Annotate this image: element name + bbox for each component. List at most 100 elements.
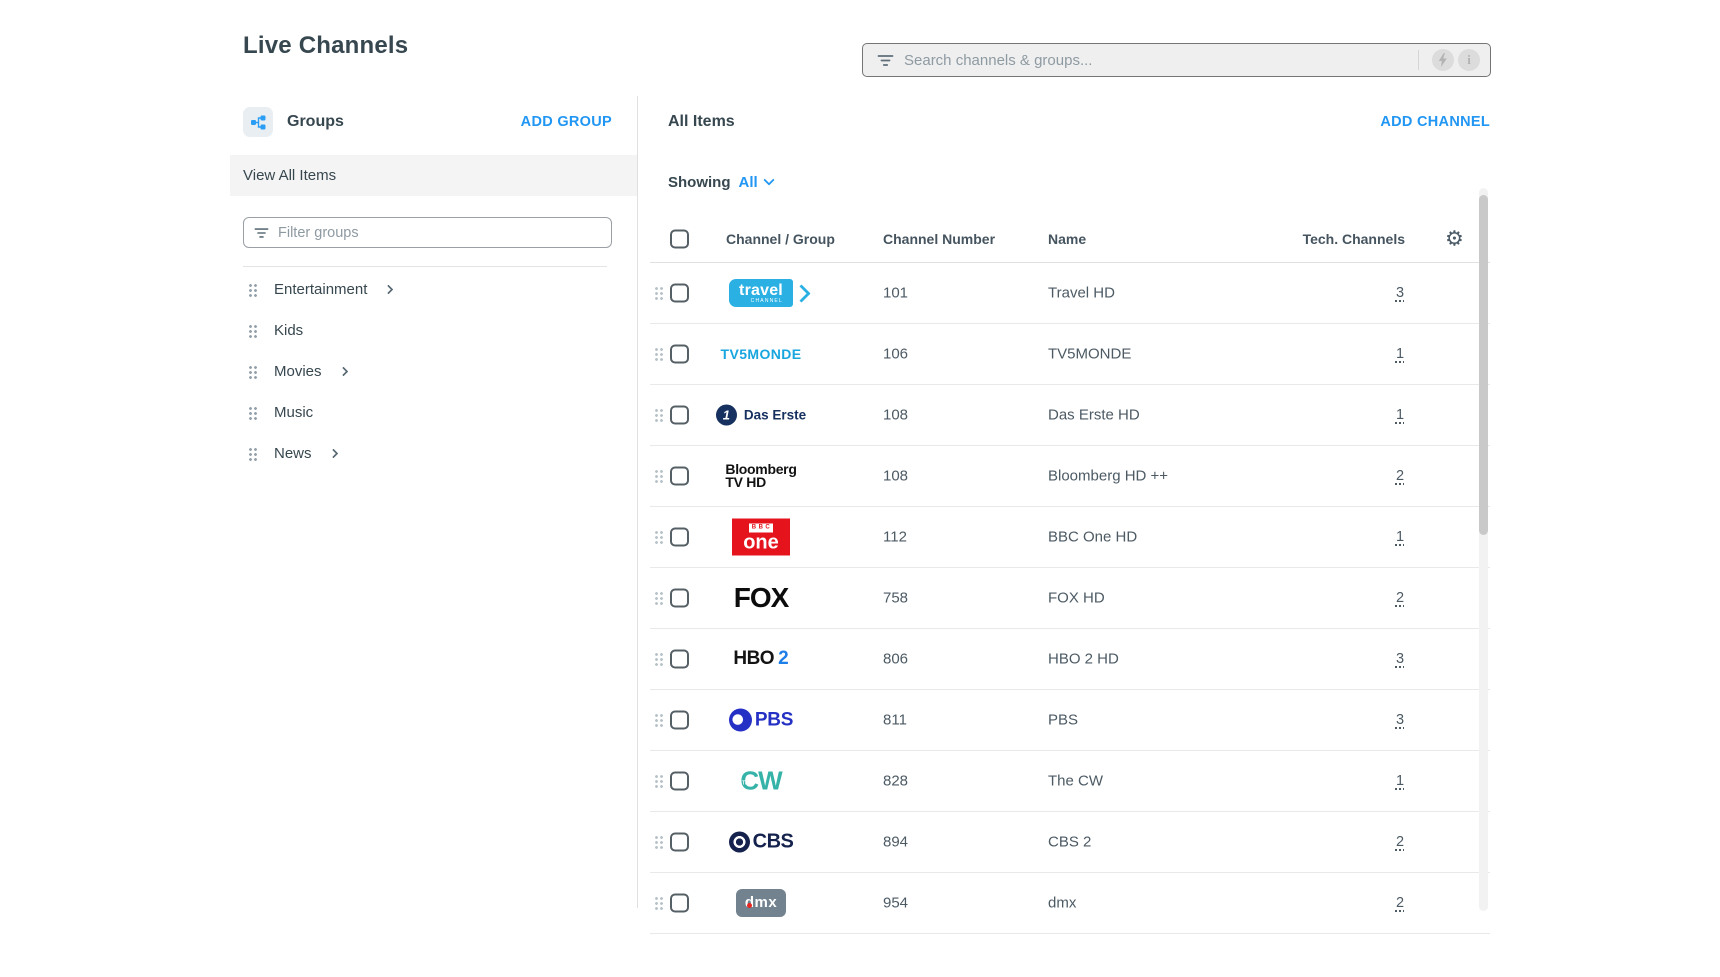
select-all-checkbox[interactable] — [670, 229, 689, 248]
panel-divider — [637, 96, 638, 908]
all-items-header: All Items ADD CHANNEL — [650, 96, 1490, 148]
row-checkbox[interactable] — [670, 406, 689, 425]
tech-channels-link[interactable]: 1 — [1396, 773, 1404, 789]
info-icon[interactable]: i — [1458, 49, 1480, 71]
channel-number: 894 — [883, 834, 908, 851]
col-channel-group: Channel / Group — [726, 231, 835, 247]
tech-channels-link[interactable]: 1 — [1396, 346, 1404, 362]
add-group-button[interactable]: ADD GROUP — [521, 114, 612, 130]
row-checkbox[interactable] — [670, 345, 689, 364]
tech-channels-link[interactable]: 1 — [1396, 407, 1404, 423]
channel-name: dmx — [1048, 895, 1076, 912]
tech-channels-link[interactable]: 2 — [1396, 590, 1404, 606]
drag-handle-icon[interactable] — [654, 774, 663, 788]
channel-number: 811 — [883, 712, 907, 729]
filter-groups-field[interactable] — [243, 217, 612, 248]
drag-handle-icon[interactable] — [248, 365, 257, 379]
table-scrollbar-track[interactable] — [1479, 188, 1488, 911]
tech-channels-link[interactable]: 2 — [1396, 895, 1404, 911]
search-divider — [1418, 50, 1419, 70]
all-items-panel: All Items ADD CHANNEL Showing All Channe… — [650, 96, 1490, 934]
row-checkbox[interactable] — [670, 528, 689, 547]
channel-number: 806 — [883, 651, 908, 668]
showing-filter: Showing All — [650, 170, 1490, 194]
row-checkbox[interactable] — [670, 772, 689, 791]
channel-row: CW THE 828 The CW 1 — [650, 751, 1490, 812]
channel-name: Das Erste HD — [1048, 407, 1140, 424]
group-row[interactable]: Kids — [230, 310, 637, 351]
group-row[interactable]: News — [230, 433, 637, 474]
chevron-down-icon — [763, 174, 774, 185]
channel-logo: travel CHANNEL — [729, 279, 793, 307]
channel-number: 828 — [883, 773, 908, 790]
showing-label: Showing — [668, 174, 731, 191]
drag-handle-icon[interactable] — [654, 347, 663, 361]
chevron-right-icon[interactable] — [328, 449, 338, 459]
row-checkbox[interactable] — [670, 833, 689, 852]
add-channel-button[interactable]: ADD CHANNEL — [1380, 114, 1490, 130]
channel-number: 112 — [883, 529, 907, 546]
channel-row: one BBC 112 BBC One HD 1 — [650, 507, 1490, 568]
tech-channels-link[interactable]: 3 — [1396, 285, 1404, 301]
table-scrollbar-thumb[interactable] — [1479, 195, 1488, 535]
row-checkbox[interactable] — [670, 650, 689, 669]
row-checkbox[interactable] — [670, 284, 689, 303]
channel-logo: CBS — [729, 831, 794, 854]
groups-sidebar: Groups ADD GROUP View All Items Entertai… — [230, 96, 637, 474]
channel-logo: CW THE — [740, 766, 781, 797]
filter-groups-input[interactable] — [278, 225, 601, 241]
drag-handle-icon[interactable] — [654, 469, 663, 483]
groups-header: Groups ADD GROUP — [230, 96, 637, 148]
row-checkbox[interactable] — [670, 894, 689, 913]
group-row[interactable]: Music — [230, 392, 637, 433]
lightning-icon[interactable] — [1432, 49, 1454, 71]
channel-number: 101 — [883, 285, 908, 302]
row-checkbox[interactable] — [670, 711, 689, 730]
drag-handle-icon[interactable] — [654, 896, 663, 910]
showing-dropdown[interactable]: All — [739, 174, 773, 191]
row-checkbox[interactable] — [670, 467, 689, 486]
tech-channels-link[interactable]: 3 — [1396, 651, 1404, 667]
tech-channels-link[interactable]: 1 — [1396, 529, 1404, 545]
chevron-right-icon[interactable] — [338, 367, 348, 377]
drag-handle-icon[interactable] — [654, 591, 663, 605]
channel-row: travel CHANNEL 101 Travel HD 3 — [650, 263, 1490, 324]
channel-logo: PBS — [729, 709, 793, 732]
drag-handle-icon[interactable] — [248, 447, 257, 461]
tech-channels-link[interactable]: 2 — [1396, 468, 1404, 484]
filter-icon — [254, 227, 269, 239]
sidebar-divider — [243, 266, 607, 267]
gear-icon[interactable]: ⚙ — [1445, 228, 1464, 249]
group-label: News — [274, 445, 312, 462]
view-all-items[interactable]: View All Items — [230, 155, 637, 196]
drag-handle-icon[interactable] — [654, 408, 663, 422]
channel-logo: TV5MONDE — [721, 346, 802, 362]
channel-number: 108 — [883, 407, 908, 424]
channel-number: 758 — [883, 590, 908, 607]
drag-handle-icon[interactable] — [654, 286, 663, 300]
tech-channels-link[interactable]: 3 — [1396, 712, 1404, 728]
drag-handle-icon[interactable] — [654, 713, 663, 727]
drag-handle-icon[interactable] — [654, 835, 663, 849]
drag-handle-icon[interactable] — [654, 652, 663, 666]
search-input[interactable] — [904, 52, 1409, 69]
global-search[interactable]: i — [862, 43, 1491, 77]
chevron-right-icon[interactable] — [384, 285, 394, 295]
channel-name: Travel HD — [1048, 285, 1115, 302]
drag-handle-icon[interactable] — [248, 324, 257, 338]
tech-channels-link[interactable]: 2 — [1396, 834, 1404, 850]
channel-row: Bloomberg TV HD 108 Bloomberg HD ++ 2 — [650, 446, 1490, 507]
channel-name: CBS 2 — [1048, 834, 1091, 851]
channel-row: Das Erste 1 108 Das Erste HD 1 — [650, 385, 1490, 446]
drag-handle-icon[interactable] — [654, 530, 663, 544]
row-checkbox[interactable] — [670, 589, 689, 608]
live-channels-page: Live Channels i Groups ADD GROUP — [0, 0, 1720, 977]
group-row[interactable]: Movies — [230, 351, 637, 392]
group-list: Entertainment Kids Movies Music News — [230, 269, 637, 474]
channel-name: FOX HD — [1048, 590, 1105, 607]
drag-handle-icon[interactable] — [248, 283, 257, 297]
drag-handle-icon[interactable] — [248, 406, 257, 420]
group-row[interactable]: Entertainment — [230, 269, 637, 310]
channel-number: 954 — [883, 895, 908, 912]
all-items-title: All Items — [668, 113, 735, 131]
